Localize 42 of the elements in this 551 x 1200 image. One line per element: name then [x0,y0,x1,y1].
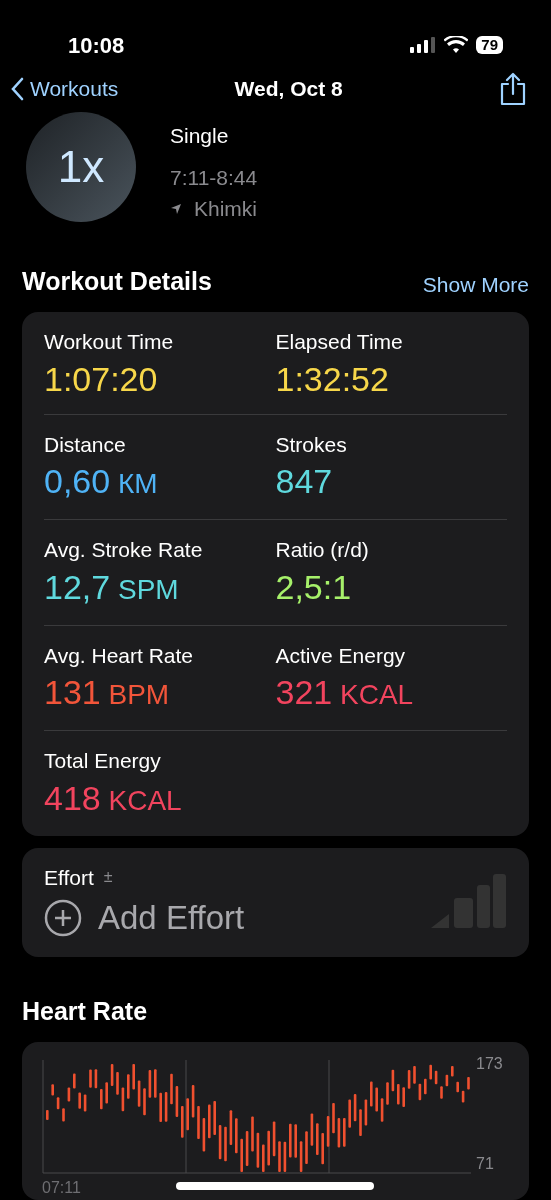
add-effort-button[interactable]: Add Effort [44,893,245,943]
section-title: Workout Details [22,265,212,297]
section-title: Heart Rate [21,995,149,1027]
metric-value: 847 [275,461,334,502]
share-icon[interactable] [499,72,527,106]
battery-indicator: 79 [476,36,503,54]
wifi-icon [444,36,469,54]
metric-label: Total Energy [44,748,162,774]
metric-label: Strokes [275,431,348,458]
metric-label: Active Energy [275,642,407,669]
signal-icon [410,37,437,53]
metric-value: 1:32:52 [275,358,390,400]
metric-label: Elapsed Time [275,329,404,355]
metric-value: 131 BPM [44,672,171,713]
metric-value: 321 KCAL [275,672,415,713]
back-button[interactable]: Workouts [10,73,119,105]
metric-value: 1:07:20 [44,358,159,400]
effort-level-icon [431,874,507,930]
status-time: 10:08 [68,31,125,60]
effort-label: Effort [44,864,94,891]
metric-label: Workout Time [44,329,175,355]
workout-badge: 1x [26,112,136,222]
location-arrow-icon [170,202,182,215]
show-more-link[interactable]: Show More [422,268,529,300]
plus-circle-icon [44,898,82,937]
workout-name: Single [170,123,230,149]
metric-value: 2,5:1 [275,566,353,608]
location: Khimki [194,196,257,222]
axis-label: 173 [476,1054,503,1074]
metric-label: Ratio (r/d) [275,537,370,563]
page-title: Wed, Oct 8 [234,76,343,103]
metric-label: Avg. Stroke Rate [44,537,204,563]
axis-label: 07:11 [42,1178,82,1198]
metric-label: Avg. Heart Rate [44,642,195,669]
adjust-icon: ± [103,865,113,890]
axis-label: 71 [476,1154,495,1174]
metric-value: 0,60 КМ [44,461,159,502]
metric-value: 418 KCAL [44,777,183,819]
chevron-left-icon [10,77,24,101]
time-range: 7:11-8:44 [170,164,258,191]
metric-label: Distance [44,431,127,458]
metric-value: 12,7 SPM [44,566,180,608]
